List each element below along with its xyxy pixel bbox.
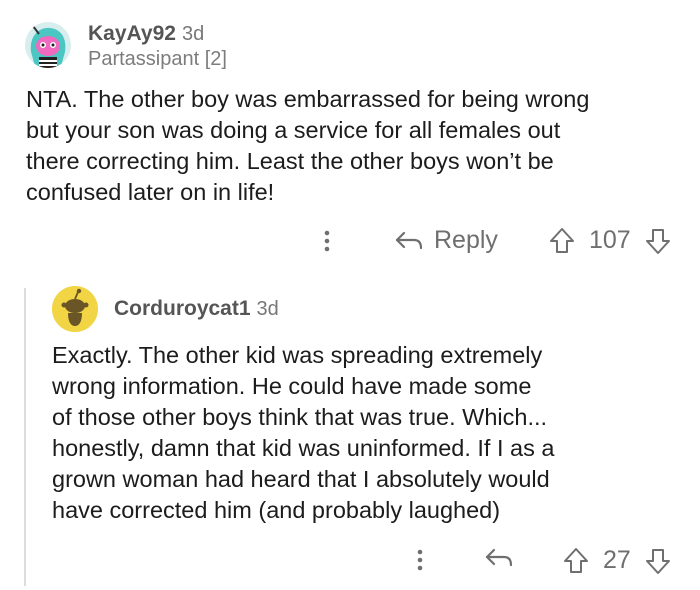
comment-header: Corduroycat1 3d [114,297,279,321]
comment-body-line: there correcting him. Least the other bo… [26,148,554,174]
comment-body-line: NTA. The other boy was embarrassed for b… [26,86,590,112]
downvote-arrow-icon[interactable] [645,547,671,575]
more-vertical-icon[interactable] [320,229,334,253]
vote-controls: 27 [563,546,671,575]
comment-body-line: have corrected him (and probably laughed… [52,497,501,523]
comment-age: 3d [181,23,205,45]
comment-body-line: honestly, damn that kid was uninformed. … [52,435,555,461]
avatar[interactable] [25,22,71,68]
snoo-avatar-image [25,22,71,68]
snoo-avatar-image [52,286,98,332]
avatar[interactable] [52,286,98,332]
comment-body-line: grown woman had heard that I absolutely … [52,466,550,492]
comment-body: NTA. The other boy was embarrassed for b… [26,84,686,208]
comment-body-line: Exactly. The other kid was spreading ext… [52,342,543,368]
upvote-arrow-icon[interactable] [563,547,589,575]
username[interactable]: Corduroycat1 [114,297,251,320]
comment-header: KayAy92 3d [88,22,204,46]
reply-arrow-icon [484,546,514,570]
reply-label: Reply [434,226,498,254]
vote-score: 27 [603,546,631,574]
comment-body-line: confused later on in life! [26,179,275,205]
thread-line[interactable] [24,288,26,586]
vote-score: 107 [589,226,631,254]
reply-button[interactable]: Reply [394,226,498,255]
comment-body-line: wrong information. He could have made so… [52,373,532,399]
comment-body-line: but your son was doing a service for all… [26,117,561,143]
comment-body: Exactly. The other kid was spreading ext… [52,340,692,526]
comment-age: 3d [256,298,279,320]
reply-arrow-icon [394,229,424,253]
upvote-arrow-icon[interactable] [549,227,575,255]
downvote-arrow-icon[interactable] [645,227,671,255]
vote-controls: 107 [549,226,671,255]
more-vertical-icon[interactable] [413,548,427,572]
username[interactable]: KayAy92 [88,22,176,45]
comment-body-line: of those other boys think that was true.… [52,404,548,430]
reply-button[interactable] [484,546,514,570]
user-flair: Partassipant [2] [88,48,227,70]
